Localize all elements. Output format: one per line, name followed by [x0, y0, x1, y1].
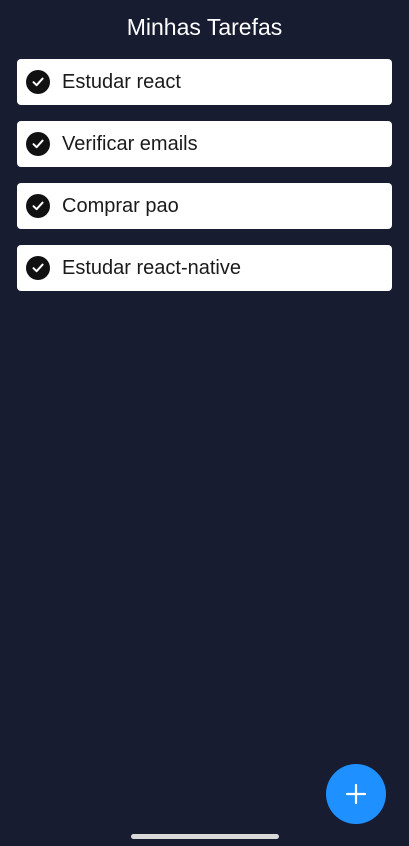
task-item[interactable]: Comprar pao [17, 183, 392, 229]
task-label: Estudar react [62, 71, 181, 93]
task-label: Verificar emails [62, 133, 198, 155]
task-item[interactable]: Estudar react-native [17, 245, 392, 291]
task-item[interactable]: Estudar react [17, 59, 392, 105]
plus-icon [345, 783, 367, 805]
task-item[interactable]: Verificar emails [17, 121, 392, 167]
app-screen: Minhas Tarefas Estudar react Verificar e… [0, 0, 409, 846]
check-circle-icon[interactable] [26, 70, 50, 94]
task-label: Estudar react-native [62, 257, 241, 279]
add-task-button[interactable] [326, 764, 386, 824]
task-list: Estudar react Verificar emails Comprar p… [17, 59, 392, 307]
task-label: Comprar pao [62, 195, 179, 217]
check-circle-icon[interactable] [26, 132, 50, 156]
home-indicator [131, 834, 279, 839]
check-circle-icon[interactable] [26, 256, 50, 280]
page-title: Minhas Tarefas [126, 14, 283, 40]
check-circle-icon[interactable] [26, 194, 50, 218]
